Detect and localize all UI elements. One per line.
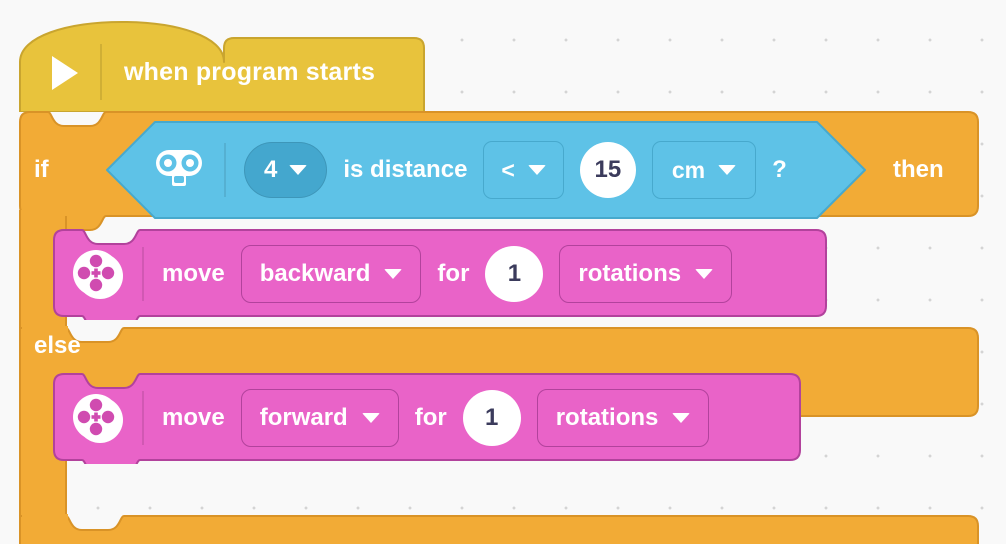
comparison-operator-dropdown[interactable]: < bbox=[483, 141, 564, 199]
motor-icon bbox=[73, 250, 123, 299]
move-direction-dropdown[interactable]: backward bbox=[240, 245, 422, 303]
chevron-down-icon bbox=[527, 165, 546, 175]
move-verb-label: move bbox=[162, 260, 225, 287]
is-distance-label: is distance bbox=[343, 156, 468, 183]
move-unit-value: rotations bbox=[578, 260, 682, 287]
distance-threshold-input[interactable]: 15 bbox=[579, 142, 636, 198]
move-backward-block[interactable]: move backward for 1 rotations bbox=[52, 228, 828, 320]
block-workspace[interactable]: when program starts if then else 4 is di… bbox=[0, 0, 1006, 544]
hat-block-label: when program starts bbox=[124, 57, 376, 86]
chevron-down-icon bbox=[289, 165, 308, 175]
then-label: then bbox=[893, 156, 944, 183]
distance-unit-dropdown[interactable]: cm bbox=[651, 141, 757, 199]
question-mark-label: ? bbox=[772, 156, 787, 183]
motor-icon bbox=[73, 394, 123, 443]
move-unit-dropdown[interactable]: rotations bbox=[536, 389, 710, 447]
move-divider bbox=[142, 247, 144, 301]
move-direction-value: backward bbox=[259, 260, 371, 287]
move-amount-input[interactable]: 1 bbox=[462, 390, 521, 446]
move-direction-value: forward bbox=[259, 404, 348, 431]
sensor-port-dropdown[interactable]: 4 bbox=[244, 142, 328, 198]
hat-divider bbox=[100, 44, 102, 100]
move-for-label: for bbox=[414, 404, 447, 431]
move-amount-value: 1 bbox=[485, 404, 499, 431]
chevron-down-icon bbox=[672, 413, 691, 423]
move-for-label: for bbox=[437, 260, 470, 287]
chevron-down-icon bbox=[384, 269, 403, 279]
comparison-operator-value: < bbox=[501, 156, 515, 183]
distance-threshold-value: 15 bbox=[594, 156, 622, 183]
move-direction-dropdown[interactable]: forward bbox=[240, 389, 399, 447]
move-unit-value: rotations bbox=[555, 404, 659, 431]
else-label: else bbox=[34, 332, 81, 359]
move-forward-block[interactable]: move forward for 1 rotations bbox=[52, 372, 802, 464]
move-amount-value: 1 bbox=[507, 260, 522, 287]
chevron-down-icon bbox=[718, 165, 737, 175]
chevron-down-icon bbox=[361, 413, 380, 423]
distance-unit-value: cm bbox=[671, 156, 706, 183]
chevron-down-icon bbox=[695, 269, 714, 279]
condition-divider bbox=[224, 143, 226, 197]
distance-sensor-icon bbox=[156, 150, 202, 186]
move-amount-input[interactable]: 1 bbox=[485, 246, 544, 302]
play-icon bbox=[52, 56, 78, 90]
if-label: if bbox=[34, 156, 49, 183]
move-divider bbox=[142, 391, 144, 445]
sensor-port-value: 4 bbox=[264, 156, 278, 183]
when-program-starts-block[interactable]: when program starts bbox=[18, 20, 426, 112]
move-unit-dropdown[interactable]: rotations bbox=[559, 245, 733, 303]
move-verb-label: move bbox=[162, 404, 225, 431]
distance-condition-block[interactable]: 4 is distance < 15 cm ? bbox=[106, 121, 866, 219]
